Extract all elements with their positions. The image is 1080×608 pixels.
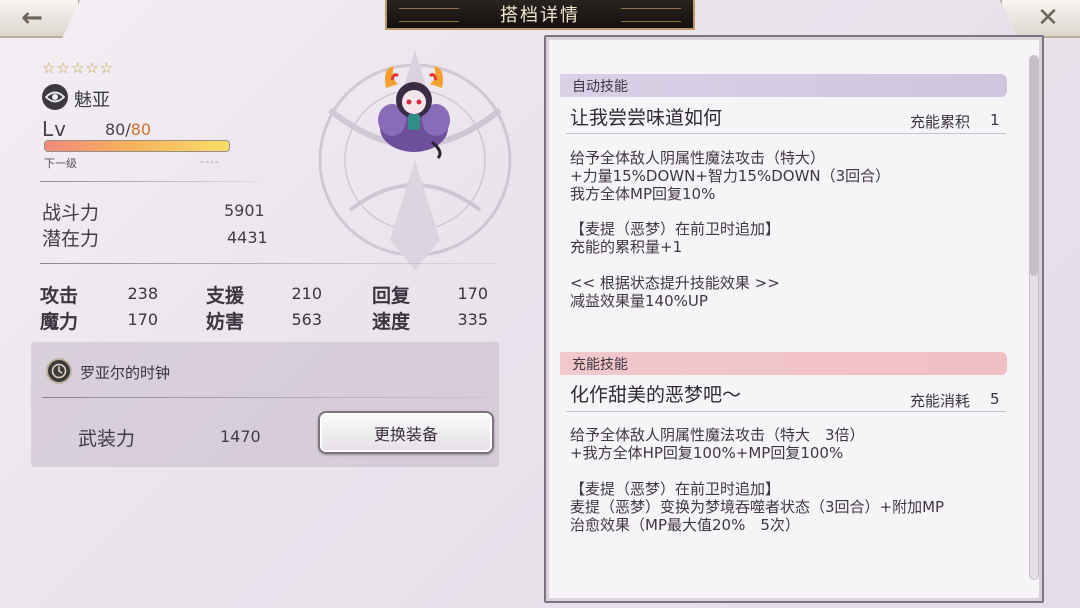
armament-value: 1470 bbox=[220, 427, 261, 446]
next-level-label: 下一级 bbox=[44, 157, 77, 170]
stat-label: 妨害 bbox=[206, 311, 245, 333]
auto-skill-buff: << 根据状态提升技能效果 >> 减益效果量140%UP bbox=[570, 274, 780, 310]
divider bbox=[42, 397, 492, 398]
back-arrow-icon: ← bbox=[21, 3, 43, 33]
potential-value: 4431 bbox=[227, 228, 268, 247]
combat-power-label: 战斗力 bbox=[42, 202, 100, 224]
auto-skill-description: 给予全体敌人阴属性魔法攻击（特大） +力量15%DOWN+智力15%DOWN（3… bbox=[570, 149, 891, 203]
current-level: 80/ bbox=[105, 120, 131, 139]
charge-skill-name: 化作甜美的恶梦吧～ bbox=[570, 384, 742, 406]
armament-label: 武装力 bbox=[78, 428, 136, 450]
stat-value: 170 bbox=[457, 284, 488, 303]
experience-bar bbox=[44, 140, 230, 152]
stat-label: 速度 bbox=[372, 311, 411, 333]
stat-value: 335 bbox=[457, 310, 488, 329]
charge-skill-description: 给予全体敌人阴属性魔法攻击（特大 3倍） +我方全体HP回复100%+MP回复1… bbox=[570, 426, 865, 462]
divider bbox=[566, 133, 1006, 134]
page-title: 搭档详情 bbox=[385, 0, 695, 30]
character-name: 魅亚 bbox=[74, 90, 110, 111]
stat-value: 238 bbox=[127, 284, 158, 303]
charge-skill-cost-value: 5 bbox=[990, 390, 1000, 408]
max-level: 80 bbox=[130, 120, 152, 139]
character-sprite bbox=[378, 66, 450, 160]
stat-value: 563 bbox=[291, 310, 322, 329]
next-level-value: ---- bbox=[200, 155, 220, 168]
change-equipment-button[interactable]: 更换装备 bbox=[318, 411, 494, 454]
level-label: Lv bbox=[42, 117, 67, 141]
divider bbox=[40, 263, 500, 264]
back-button[interactable]: ← bbox=[0, 0, 80, 38]
close-button[interactable]: ✕ bbox=[1000, 0, 1080, 38]
charge-skill-bonus: 【麦提（恶梦）在前卫时追加】 麦提（恶梦）变换为梦境吞噬者状态（3回合）+附加M… bbox=[570, 480, 945, 534]
auto-skill-bonus: 【麦提（恶梦）在前卫时追加】 充能的累积量+1 bbox=[570, 220, 781, 256]
charge-skill-cost-label: 充能消耗 bbox=[910, 392, 971, 410]
auto-skill-charge-value: 1 bbox=[990, 111, 1000, 129]
combat-power-value: 5901 bbox=[224, 201, 265, 220]
close-icon: ✕ bbox=[1037, 3, 1059, 33]
stat-label: 攻击 bbox=[40, 285, 79, 307]
divider bbox=[40, 181, 260, 182]
charge-skill-header: 充能技能 bbox=[560, 352, 1007, 375]
auto-skill-header: 自动技能 bbox=[560, 74, 1007, 97]
level-value: 80/80 bbox=[105, 120, 151, 139]
potential-label: 潜在力 bbox=[42, 228, 100, 250]
skill-detail-panel[interactable]: 自动技能 让我尝尝味道如何 充能累积 1 给予全体敌人阴属性魔法攻击（特大） +… bbox=[544, 35, 1044, 603]
auto-skill-charge-label: 充能累积 bbox=[910, 113, 971, 131]
auto-skill-name: 让我尝尝味道如何 bbox=[570, 107, 723, 129]
eye-icon bbox=[42, 84, 68, 110]
stat-value: 170 bbox=[127, 310, 158, 329]
stat-value: 210 bbox=[291, 284, 322, 303]
equipment-name: 罗亚尔的时钟 bbox=[80, 364, 171, 382]
clock-icon bbox=[46, 358, 72, 384]
divider bbox=[566, 411, 1006, 412]
stat-label: 支援 bbox=[206, 285, 245, 307]
experience-bar-fill bbox=[45, 141, 229, 151]
stat-label: 魔力 bbox=[40, 311, 79, 333]
rarity-stars: ☆☆☆☆☆ bbox=[42, 59, 115, 77]
page-title-text: 搭档详情 bbox=[500, 5, 580, 26]
scrollbar-thumb[interactable] bbox=[1030, 56, 1038, 276]
stat-label: 回复 bbox=[372, 285, 411, 307]
skill-panel-scrollbar[interactable] bbox=[1029, 55, 1039, 580]
